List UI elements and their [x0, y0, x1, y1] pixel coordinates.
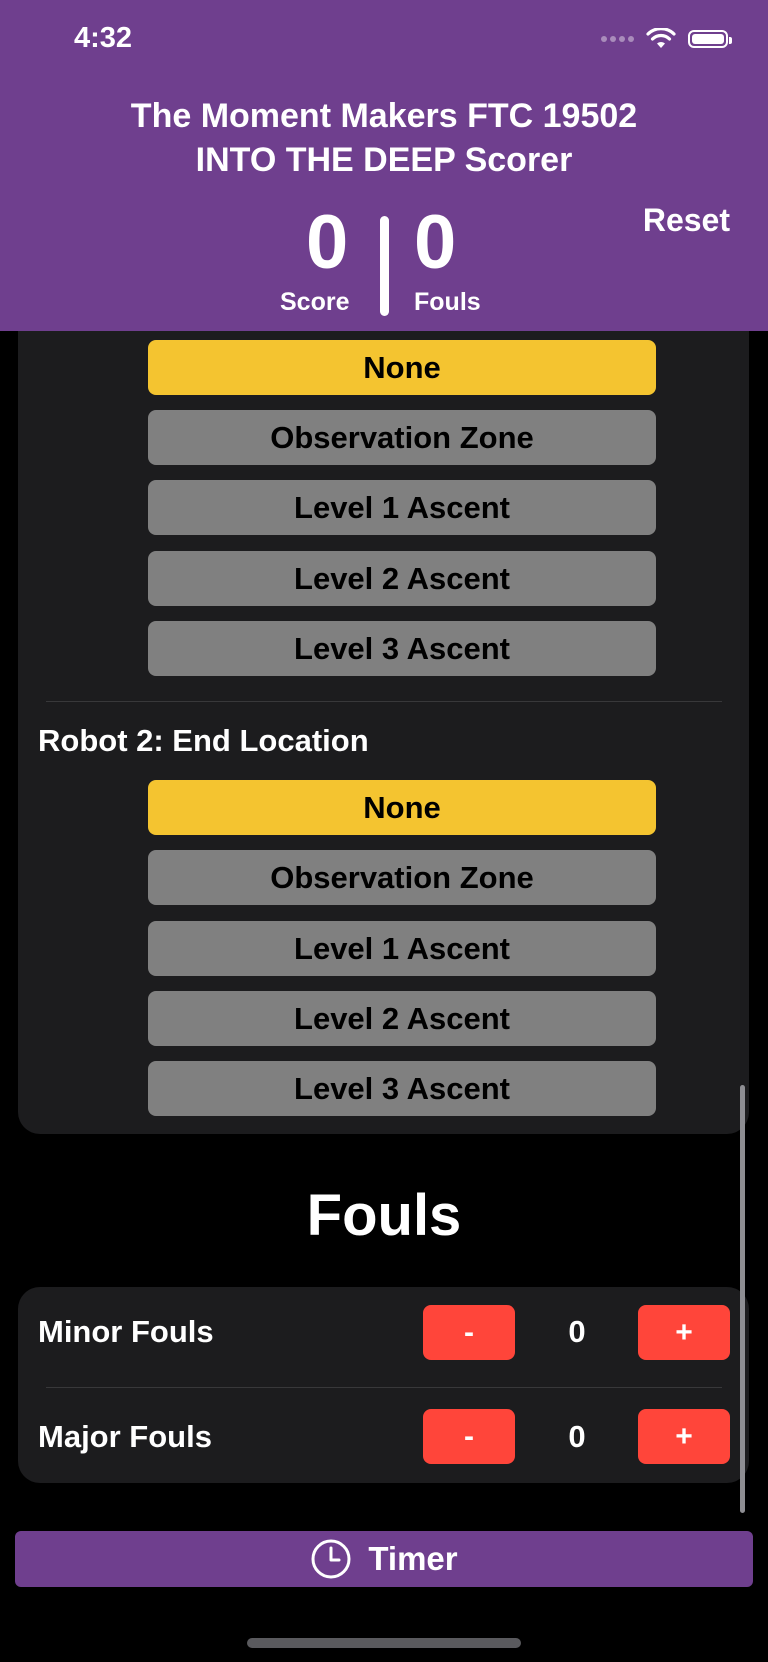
- score-divider: [380, 216, 389, 316]
- status-icons: [601, 28, 732, 50]
- robot1-option-none[interactable]: None: [148, 340, 656, 395]
- minor-fouls-increment-button[interactable]: +: [638, 1305, 730, 1360]
- major-fouls-increment-button[interactable]: +: [638, 1409, 730, 1464]
- fouls-label: Fouls: [414, 288, 481, 316]
- major-fouls-count: 0: [568, 1419, 586, 1454]
- app-title-line1: The Moment Makers FTC 19502: [130, 97, 638, 135]
- robot1-option-level2-ascent[interactable]: Level 2 Ascent: [148, 551, 656, 606]
- robot1-option-level1-ascent[interactable]: Level 1 Ascent: [148, 480, 656, 535]
- clock-icon: [311, 1539, 351, 1579]
- timer-button[interactable]: Timer: [15, 1531, 753, 1587]
- robot2-option-level1-ascent[interactable]: Level 1 Ascent: [148, 921, 656, 976]
- robot1-option-level3-ascent[interactable]: Level 3 Ascent: [148, 621, 656, 676]
- timer-label: Timer: [368, 1540, 458, 1577]
- robot2-end-location-label: Robot 2: End Location: [38, 723, 369, 758]
- minor-fouls-count: 0: [568, 1314, 586, 1349]
- score-value: 0: [306, 200, 349, 285]
- fouls-row-divider: [46, 1387, 722, 1388]
- section-divider: [46, 701, 722, 702]
- fouls-card: Minor Fouls - 0 + Major Fouls - 0 +: [18, 1287, 749, 1483]
- status-time: 4:32: [74, 22, 133, 54]
- major-fouls-decrement-button[interactable]: -: [423, 1409, 515, 1464]
- robot2-option-level2-ascent[interactable]: Level 2 Ascent: [148, 991, 656, 1046]
- fouls-value: 0: [414, 200, 457, 285]
- scrollbar[interactable]: [740, 1085, 745, 1513]
- minor-fouls-label: Minor Fouls: [38, 1314, 214, 1349]
- reset-button[interactable]: Reset: [643, 202, 730, 239]
- app-header: 4:32 The Moment Makers FTC 19502 INTO TH…: [0, 0, 768, 331]
- end-location-card: None Observation Zone Level 1 Ascent Lev…: [18, 290, 749, 1134]
- robot2-option-none[interactable]: None: [148, 780, 656, 835]
- major-fouls-label: Major Fouls: [38, 1419, 212, 1454]
- cellular-signal-icon: [601, 36, 634, 42]
- app-title-line2: INTO THE DEEP Scorer: [195, 141, 573, 179]
- battery-icon: [688, 30, 732, 48]
- robot2-option-observation-zone[interactable]: Observation Zone: [148, 850, 656, 905]
- fouls-section-title: Fouls: [306, 1183, 462, 1248]
- home-indicator[interactable]: [247, 1638, 521, 1648]
- minor-fouls-decrement-button[interactable]: -: [423, 1305, 515, 1360]
- wifi-icon: [646, 28, 676, 48]
- score-label: Score: [280, 288, 350, 316]
- robot1-option-observation-zone[interactable]: Observation Zone: [148, 410, 656, 465]
- robot2-option-level3-ascent[interactable]: Level 3 Ascent: [148, 1061, 656, 1116]
